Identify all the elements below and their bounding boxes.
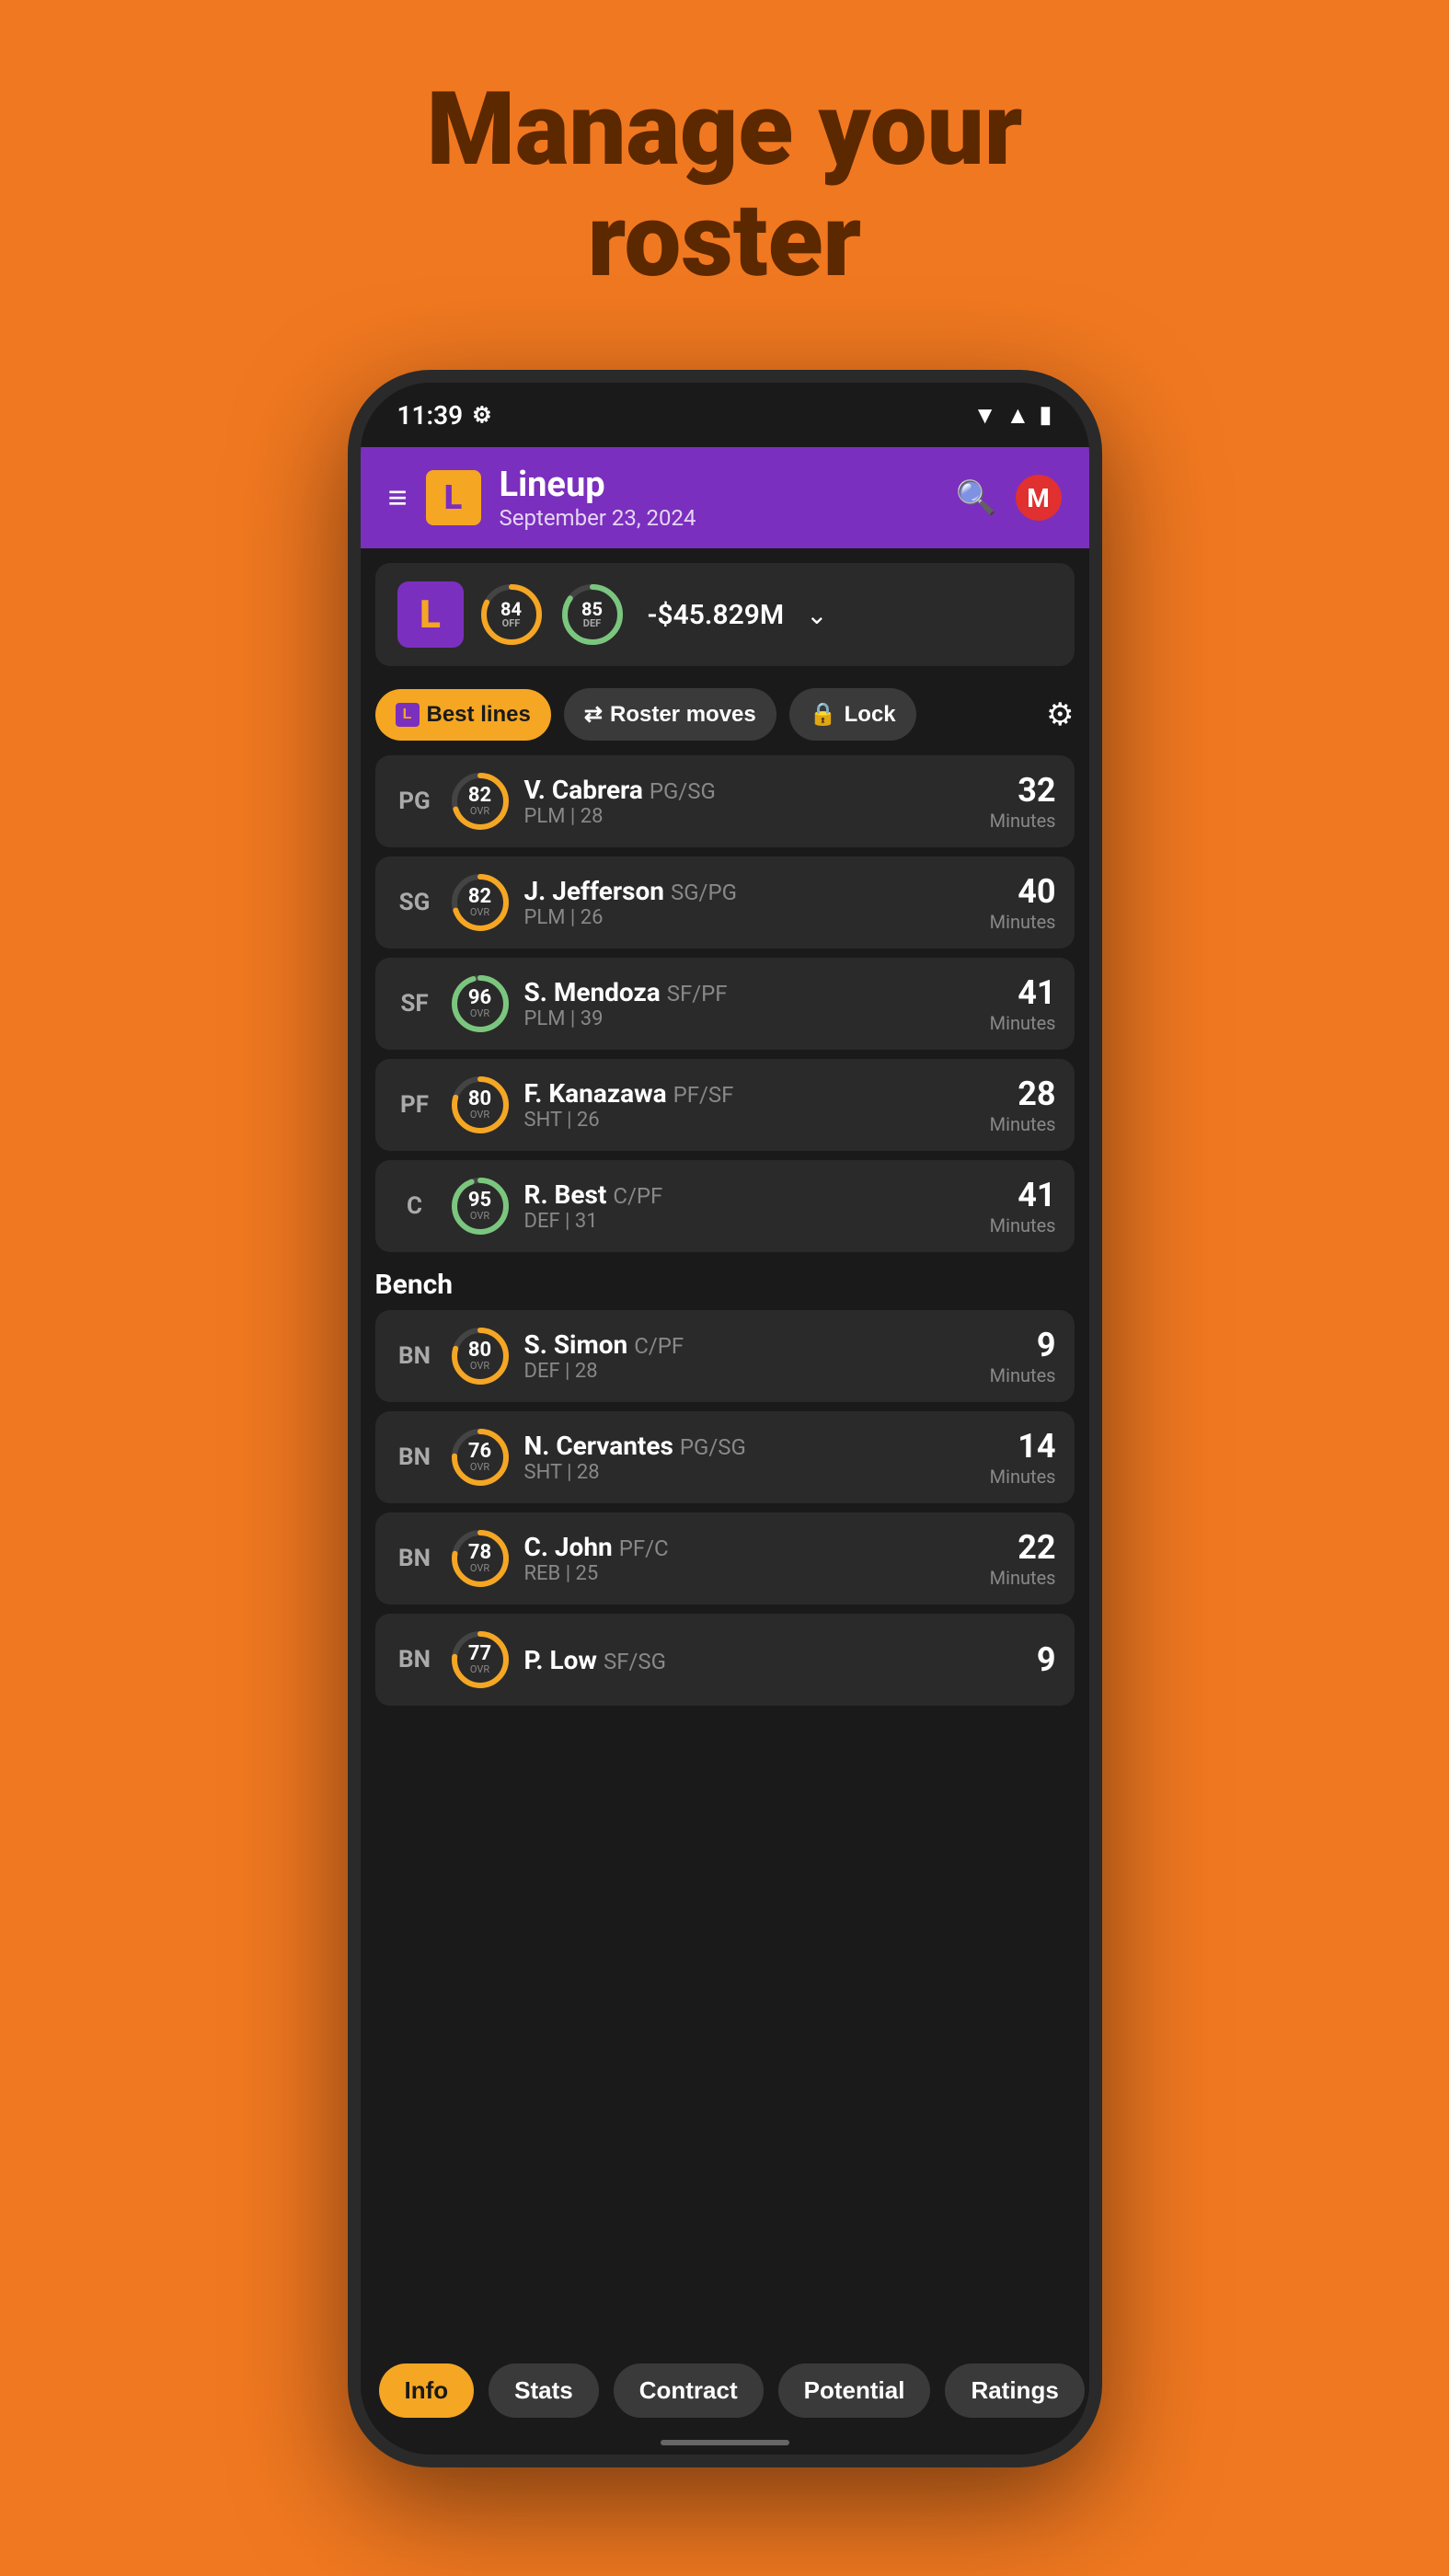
player-minutes-bn2: 14 Minutes <box>990 1427 1056 1488</box>
position-bn1: BN <box>394 1342 436 1370</box>
player-minutes-bn4: 9 <box>1037 1640 1056 1679</box>
position-pg: PG <box>394 788 436 815</box>
team-logo-summary: L <box>397 581 464 648</box>
header-title: Lineup <box>500 465 937 505</box>
tab-potential[interactable]: Potential <box>778 2363 931 2418</box>
signal-icon: ▲ <box>1006 401 1029 430</box>
ovr-circle-bn4: 77 OVR <box>449 1628 512 1691</box>
table-row[interactable]: BN 76 OVR N. Cervantes PG/SG SHT | 28 14… <box>375 1411 1075 1503</box>
app-header: ≡ L Lineup September 23, 2024 🔍 M <box>361 447 1089 548</box>
ovr-circle-sf: 96 OVR <box>449 972 512 1035</box>
table-row[interactable]: BN 78 OVR C. John PF/C REB | 25 22 Minut… <box>375 1512 1075 1604</box>
position-bn4: BN <box>394 1646 436 1673</box>
player-minutes-sg: 40 Minutes <box>990 872 1056 933</box>
ovr-circle-bn1: 80 OVR <box>449 1325 512 1387</box>
best-lines-button[interactable]: L Best lines <box>375 689 551 741</box>
starters-list: PG 82 OVR V. Cabrera PG/SG PLM | 28 32 M… <box>361 755 1089 1252</box>
lock-icon: 🔒 <box>810 701 837 728</box>
bench-list: BN 80 OVR S. Simon C/PF DEF | 28 9 Minut… <box>361 1310 1089 1706</box>
table-row[interactable]: C 95 OVR R. Best C/PF DEF | 31 41 Minute… <box>375 1160 1075 1252</box>
tab-contract[interactable]: Contract <box>614 2363 764 2418</box>
table-row[interactable]: BN 80 OVR S. Simon C/PF DEF | 28 9 Minut… <box>375 1310 1075 1402</box>
offense-rating-circle: 84 OFF <box>478 581 545 648</box>
best-lines-logo: L <box>396 703 420 727</box>
header-subtitle: September 23, 2024 <box>500 505 937 531</box>
header-actions: 🔍 M <box>956 475 1062 521</box>
action-bar: L Best lines ⇄ Roster moves 🔒 Lock ⚙ <box>361 681 1089 755</box>
ovr-circle-pg: 82 OVR <box>449 770 512 833</box>
player-info-bn2: N. Cervantes PG/SG SHT | 28 <box>524 1431 977 1484</box>
player-minutes-sf: 41 Minutes <box>990 973 1056 1034</box>
player-info-sg: J. Jefferson SG/PG PLM | 26 <box>524 876 977 929</box>
table-row[interactable]: SF 96 OVR S. Mendoza SF/PF PLM | 39 41 M… <box>375 958 1075 1050</box>
player-info-bn4: P. Low SF/SG <box>524 1645 1024 1675</box>
defense-rating-circle: 85 DEF <box>559 581 626 648</box>
header-title-group: Lineup September 23, 2024 <box>500 465 937 531</box>
gear-icon: ⚙ <box>472 402 492 428</box>
ovr-circle-pf: 80 OVR <box>449 1074 512 1136</box>
team-budget: -$45.829M <box>648 599 785 631</box>
tab-stats[interactable]: Stats <box>489 2363 599 2418</box>
swap-icon: ⇄ <box>584 701 603 728</box>
player-minutes-bn3: 22 Minutes <box>990 1528 1056 1589</box>
player-minutes-pg: 32 Minutes <box>990 771 1056 832</box>
table-row[interactable]: SG 82 OVR J. Jefferson SG/PG PLM | 26 40… <box>375 857 1075 949</box>
position-c: C <box>394 1192 436 1220</box>
player-info-pf: F. Kanazawa PF/SF SHT | 26 <box>524 1078 977 1132</box>
position-sg: SG <box>394 889 436 916</box>
table-row[interactable]: BN 77 OVR P. Low SF/SG 9 <box>375 1614 1075 1706</box>
position-bn3: BN <box>394 1545 436 1572</box>
player-minutes-pf: 28 Minutes <box>990 1075 1056 1135</box>
ovr-circle-c: 95 OVR <box>449 1175 512 1237</box>
player-info-pg: V. Cabrera PG/SG PLM | 28 <box>524 775 977 828</box>
search-button[interactable]: 🔍 <box>956 478 997 517</box>
team-summary: L 84 OFF 85 DEF -$45.829M ⌄ <box>375 563 1075 666</box>
bench-header: Bench <box>361 1261 1089 1310</box>
status-icons: ▼ ▲ ▮ <box>973 401 1052 430</box>
player-info-c: R. Best C/PF DEF | 31 <box>524 1179 977 1233</box>
status-bar: 11:39 ⚙ ▼ ▲ ▮ <box>361 383 1089 447</box>
lock-button[interactable]: 🔒 Lock <box>789 688 916 741</box>
player-info-sf: S. Mendoza SF/PF PLM | 39 <box>524 977 977 1030</box>
position-sf: SF <box>394 990 436 1018</box>
profile-button[interactable]: M <box>1016 475 1062 521</box>
lineup-settings-button[interactable]: ⚙ <box>1046 696 1074 733</box>
phone-frame: 11:39 ⚙ ▼ ▲ ▮ ≡ L Lineup September 23, 2… <box>348 370 1102 2467</box>
tab-info[interactable]: Info <box>379 2363 475 2418</box>
team-logo-header: L <box>426 470 481 525</box>
position-bn2: BN <box>394 1443 436 1471</box>
bottom-nav: Info Stats Contract Potential Ratings <box>361 2347 1089 2455</box>
ovr-circle-sg: 82 OVR <box>449 871 512 934</box>
player-info-bn3: C. John PF/C REB | 25 <box>524 1532 977 1585</box>
player-minutes-bn1: 9 Minutes <box>990 1326 1056 1386</box>
roster-moves-button[interactable]: ⇄ Roster moves <box>564 688 776 741</box>
position-pf: PF <box>394 1091 436 1119</box>
home-indicator <box>661 2440 789 2445</box>
ovr-circle-bn2: 76 OVR <box>449 1426 512 1489</box>
status-time: 11:39 ⚙ <box>397 400 492 431</box>
table-row[interactable]: PF 80 OVR F. Kanazawa PF/SF SHT | 26 28 … <box>375 1059 1075 1151</box>
table-row[interactable]: PG 82 OVR V. Cabrera PG/SG PLM | 28 32 M… <box>375 755 1075 847</box>
wifi-icon: ▼ <box>973 401 997 430</box>
player-minutes-c: 41 Minutes <box>990 1176 1056 1236</box>
budget-dropdown-icon[interactable]: ⌄ <box>806 600 827 630</box>
ovr-circle-bn3: 78 OVR <box>449 1527 512 1590</box>
battery-icon: ▮ <box>1039 401 1052 429</box>
tab-ratings[interactable]: Ratings <box>945 2363 1084 2418</box>
player-info-bn1: S. Simon C/PF DEF | 28 <box>524 1329 977 1383</box>
menu-button[interactable]: ≡ <box>388 478 408 517</box>
page-title: Manage your roster <box>427 74 1023 296</box>
